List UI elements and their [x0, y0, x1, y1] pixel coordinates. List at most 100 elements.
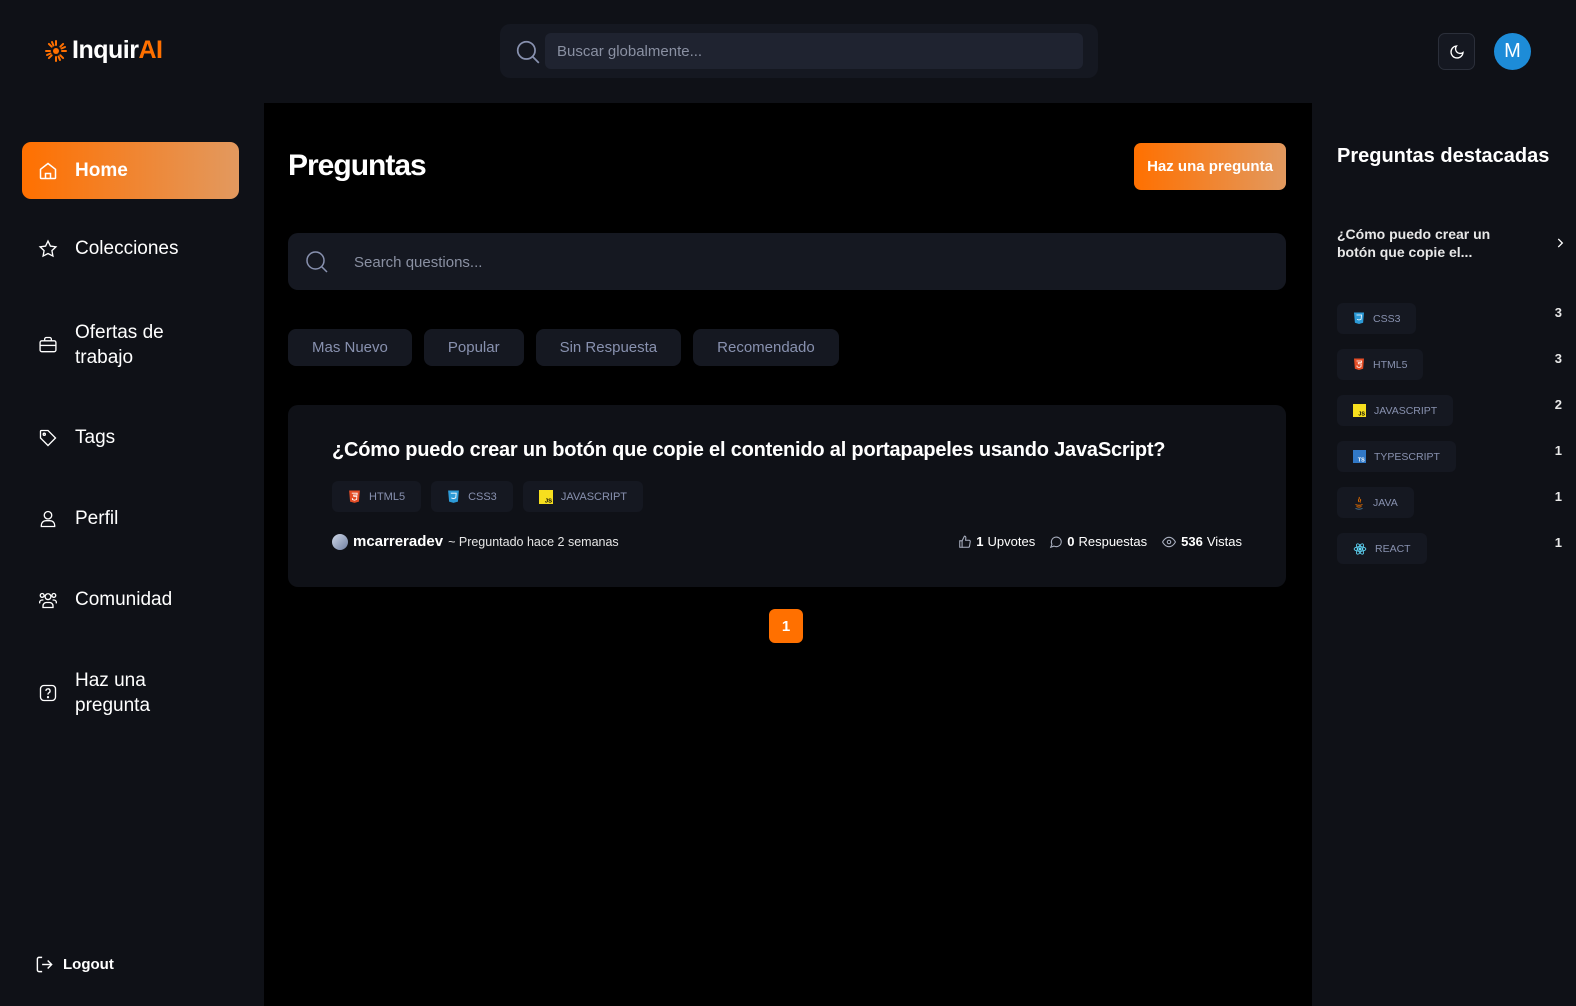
home-icon — [39, 162, 57, 179]
main-content: Preguntas Haz una pregunta Mas Nuevo Pop… — [264, 103, 1312, 1006]
sidebar-item-label: Perfil — [75, 508, 119, 529]
question-title[interactable]: ¿Cómo puedo crear un botón que copie el … — [332, 439, 1166, 462]
tag-count: 3 — [1554, 305, 1562, 320]
upvotes-label: Upvotes — [987, 534, 1036, 549]
tag-javascript[interactable]: JS JAVASCRIPT — [522, 481, 644, 512]
author-avatar — [332, 533, 348, 550]
hot-question-item[interactable]: ¿Cómo puedo crear un botón que copie el.… — [1337, 225, 1567, 261]
java-icon — [1355, 496, 1363, 510]
sidebar-item-label: Home — [75, 160, 128, 181]
tag-label: CSS3 — [1373, 312, 1401, 325]
avatar-initial: M — [1504, 40, 1521, 62]
javascript-icon: JS — [1353, 404, 1366, 417]
tag-icon — [39, 429, 57, 446]
moon-icon — [1449, 44, 1464, 59]
sidebar-item-home[interactable]: Home — [22, 142, 239, 199]
tag-count: 1 — [1554, 535, 1562, 550]
sidebar-item-label: Ofertas de trabajo — [75, 322, 164, 368]
answers-label: Respuestas — [1078, 534, 1148, 549]
logo-text-prefix: Inquir — [72, 36, 139, 64]
logout-button[interactable]: Logout — [35, 955, 114, 974]
top-navbar: InquirAI M — [0, 0, 1576, 103]
right-sidebar: Preguntas destacadas ¿Cómo puedo crear u… — [1312, 103, 1576, 1006]
global-search — [500, 24, 1098, 78]
question-meta: mcarreradev ~ Preguntado hace 2 semanas … — [332, 533, 1242, 550]
author-name: mcarreradev — [353, 533, 444, 550]
html5-icon — [1354, 358, 1364, 370]
filter-mas-nuevo[interactable]: Mas Nuevo — [288, 329, 412, 366]
tag-count: 2 — [1554, 397, 1562, 412]
sidebar-item-perfil[interactable]: Perfil — [22, 506, 239, 531]
filter-bar: Mas Nuevo Popular Sin Respuesta Recomend… — [288, 329, 839, 366]
app-logo[interactable]: Inquir AI — [44, 36, 163, 65]
react-icon — [1353, 542, 1367, 555]
filter-popular[interactable]: Popular — [423, 329, 524, 366]
questions-search-input[interactable] — [354, 247, 1254, 277]
user-icon — [40, 510, 56, 527]
css3-icon — [1354, 312, 1364, 324]
question-icon — [39, 684, 57, 702]
sidebar-item-label: Colecciones — [75, 238, 179, 259]
logout-label: Logout — [63, 956, 114, 973]
tag-react[interactable]: REACT — [1337, 533, 1427, 564]
question-card[interactable]: ¿Cómo puedo crear un botón que copie el … — [288, 405, 1286, 587]
question-tags: HTML5 CSS3 JS JAVASCRIPT — [332, 481, 644, 512]
tag-count: 3 — [1554, 351, 1562, 366]
views-label: Vistas — [1206, 534, 1242, 549]
page-title: Preguntas — [288, 149, 427, 182]
tag-label: JAVASCRIPT — [560, 490, 628, 503]
asked-time: ~ Preguntado hace 2 semanas — [448, 534, 619, 549]
ask-question-button[interactable]: Haz una pregunta — [1134, 143, 1286, 190]
users-icon — [39, 592, 57, 608]
sidebar-item-haz-pregunta[interactable]: Haz una pregunta — [22, 668, 239, 718]
sidebar-item-ofertas[interactable]: Ofertas de trabajo — [22, 320, 239, 370]
tag-label: HTML5 — [1373, 358, 1408, 371]
briefcase-icon — [39, 336, 57, 353]
chevron-right-icon — [1557, 238, 1564, 248]
star-icon — [38, 239, 58, 257]
tag-label: REACT — [1375, 542, 1411, 555]
sidebar-item-tags[interactable]: Tags — [22, 425, 239, 450]
svg-text:TS: TS — [1358, 457, 1365, 463]
hot-question-text: ¿Cómo puedo crear un botón que copie el.… — [1337, 226, 1491, 260]
theme-toggle-button[interactable] — [1438, 33, 1475, 70]
javascript-icon: JS — [538, 489, 553, 504]
tag-typescript[interactable]: TS TYPESCRIPT — [1337, 441, 1456, 472]
tag-html5[interactable]: HTML5 — [1337, 349, 1424, 380]
logo-text-suffix: AI — [138, 36, 163, 64]
filter-recomendado[interactable]: Recomendado — [693, 329, 839, 366]
filter-sin-respuesta[interactable]: Sin Respuesta — [535, 329, 682, 366]
tag-css3[interactable]: CSS3 — [1337, 303, 1417, 334]
left-sidebar: Home Colecciones Ofertas de trabajo Tags… — [0, 103, 264, 1006]
pagination-page-1[interactable]: 1 — [769, 609, 803, 643]
sidebar-item-label: Tags — [75, 427, 116, 448]
upvotes-count: 1 — [976, 534, 984, 549]
typescript-icon: TS — [1353, 450, 1366, 463]
eye-icon — [1162, 536, 1177, 547]
global-search-input[interactable] — [545, 33, 1083, 69]
tag-count: 1 — [1554, 443, 1562, 458]
tag-label: TYPESCRIPT — [1374, 450, 1440, 463]
html5-icon — [349, 490, 360, 503]
tag-html5[interactable]: HTML5 — [332, 481, 422, 512]
message-icon — [1050, 536, 1063, 548]
hot-questions-title: Preguntas destacadas — [1337, 145, 1550, 167]
css3-icon — [448, 490, 459, 503]
tag-label: CSS3 — [468, 490, 497, 503]
sidebar-item-colecciones[interactable]: Colecciones — [22, 236, 239, 261]
tag-label: HTML5 — [369, 490, 406, 503]
question-author[interactable]: mcarreradev ~ Preguntado hace 2 semanas — [332, 533, 619, 550]
question-stats: 1 Upvotes 0 Respuestas 536 Vistas — [958, 534, 1242, 549]
sidebar-item-comunidad[interactable]: Comunidad — [22, 587, 239, 612]
tag-css3[interactable]: CSS3 — [431, 481, 513, 512]
user-avatar[interactable]: M — [1494, 33, 1531, 70]
tag-count: 1 — [1554, 489, 1562, 504]
tag-label: JAVASCRIPT — [1374, 404, 1438, 417]
logout-icon — [36, 956, 53, 973]
svg-text:JS: JS — [545, 498, 552, 504]
svg-text:JS: JS — [1358, 411, 1365, 417]
tag-java[interactable]: JAVA — [1337, 487, 1414, 518]
tag-label: JAVA — [1373, 496, 1398, 509]
sidebar-item-label: Haz una pregunta — [75, 670, 151, 716]
tag-javascript[interactable]: JS JAVASCRIPT — [1337, 395, 1454, 426]
